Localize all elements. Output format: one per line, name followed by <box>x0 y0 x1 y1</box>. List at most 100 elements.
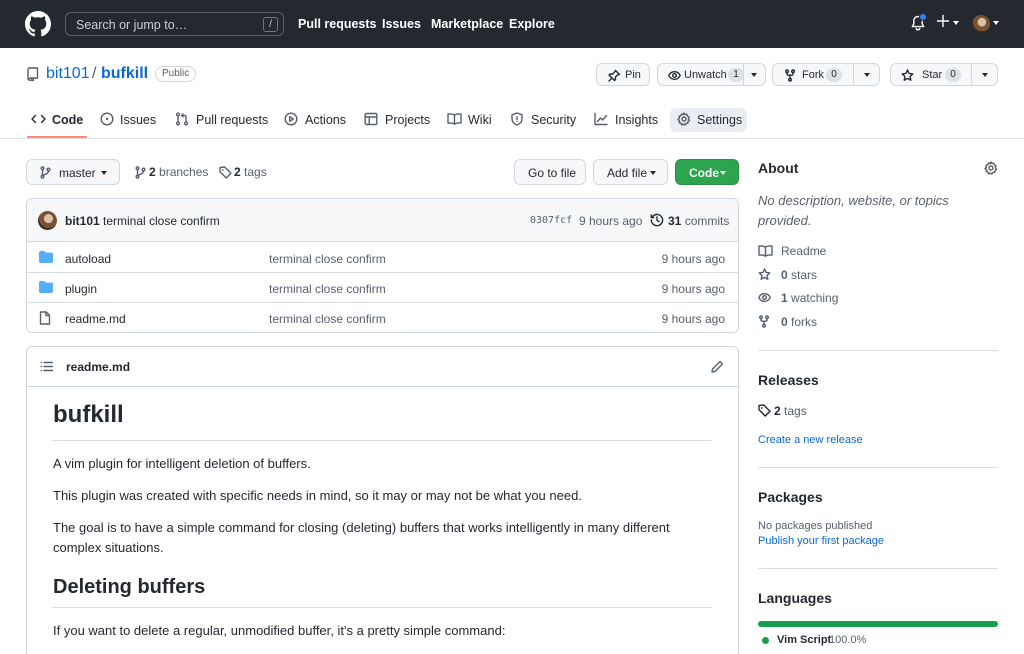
star-button[interactable]: Star 0 <box>890 63 998 86</box>
file-row[interactable]: readme.md terminal close confirm 9 hours… <box>27 303 738 332</box>
commit-author[interactable]: bit101 <box>65 214 100 228</box>
fork-dropdown[interactable] <box>853 64 870 85</box>
commits-link[interactable]: 31 commits <box>668 214 729 228</box>
fork-button[interactable]: Fork 0 <box>772 63 880 86</box>
tab-pull-requests[interactable]: Pull requests <box>175 108 269 132</box>
readme-filename[interactable]: readme.md <box>66 360 130 374</box>
file-commit-message[interactable]: terminal close confirm <box>269 282 386 296</box>
tab-settings[interactable]: Settings <box>677 108 743 132</box>
pin-icon <box>608 69 621 82</box>
publish-package-link[interactable]: Publish your first package <box>758 535 884 547</box>
file-commit-message[interactable]: terminal close confirm <box>269 312 386 326</box>
branch-selector-button[interactable]: master <box>26 159 120 185</box>
add-file-button[interactable]: Add file <box>593 159 668 185</box>
create-new-plus-icon[interactable] <box>936 14 950 28</box>
releases-heading[interactable]: Releases <box>758 372 819 388</box>
tags-label: tags <box>244 165 267 179</box>
unwatch-button[interactable]: Unwatch 1 <box>657 63 766 86</box>
tab-settings-label: Settings <box>697 113 743 127</box>
user-menu-chevron-down-icon[interactable] <box>993 21 999 25</box>
languages-heading: Languages <box>758 590 832 606</box>
file-name-link[interactable]: autoload <box>65 252 111 266</box>
readme-paragraph: If you want to delete a regular, unmodif… <box>53 623 506 638</box>
user-avatar[interactable] <box>972 15 990 33</box>
pin-button[interactable]: Pin <box>596 63 650 86</box>
readme-link-label: Readme <box>781 244 827 258</box>
tab-insights-label: Insights <box>615 113 659 127</box>
go-to-file-button[interactable]: Go to file <box>514 159 586 185</box>
file-row[interactable]: autoload terminal close confirm 9 hours … <box>27 243 738 273</box>
readme-link[interactable]: Readme <box>758 244 838 258</box>
github-logo-icon[interactable] <box>25 11 51 37</box>
stars-count: 0 <box>781 268 788 282</box>
fork-label: Fork <box>802 69 824 81</box>
stars-label: stars <box>791 268 818 282</box>
tab-pull-requests-label: Pull requests <box>196 113 269 127</box>
nav-pull-requests[interactable]: Pull requests <box>298 17 377 31</box>
branch-icon <box>135 166 146 179</box>
unwatch-chevron-down-icon <box>751 73 757 77</box>
star-icon <box>901 69 914 82</box>
tab-security[interactable]: Security <box>510 108 576 132</box>
repo-name-link[interactable]: bufkill <box>101 65 148 83</box>
tab-projects-label: Projects <box>385 113 431 127</box>
branch-chevron-down-icon <box>101 171 107 175</box>
forks-link[interactable]: 0 forks <box>758 315 838 329</box>
code-button[interactable]: Code <box>675 159 739 185</box>
code-button-label: Code <box>689 166 719 180</box>
tab-insights[interactable]: Insights <box>594 108 658 132</box>
gear-icon <box>677 112 691 126</box>
history-icon[interactable] <box>650 213 664 227</box>
language-bar <box>758 621 998 627</box>
add-file-chevron-down-icon <box>650 171 656 175</box>
tab-actions[interactable]: Actions <box>284 108 346 132</box>
play-icon <box>284 112 298 126</box>
commit-author-avatar[interactable] <box>38 211 57 230</box>
file-name-link[interactable]: readme.md <box>65 312 126 326</box>
repo-owner-link[interactable]: bit101 <box>46 65 90 83</box>
about-settings-gear-icon[interactable] <box>984 161 998 175</box>
release-tags-count: 2 <box>774 404 781 418</box>
nav-marketplace[interactable]: Marketplace <box>431 17 503 31</box>
nav-issues[interactable]: Issues <box>382 17 421 31</box>
packages-heading[interactable]: Packages <box>758 489 823 505</box>
release-tags-link[interactable]: 2 tags <box>758 404 818 418</box>
search-input[interactable]: Search or jump to… / <box>65 12 284 36</box>
create-release-link[interactable]: Create a new release <box>758 434 863 446</box>
file-commit-message[interactable]: terminal close confirm <box>269 252 386 266</box>
subheading-divider <box>53 607 712 608</box>
about-heading: About <box>758 160 799 176</box>
list-icon[interactable] <box>40 361 53 372</box>
tab-code[interactable]: Code <box>31 108 87 132</box>
branch-icon <box>40 166 51 179</box>
pencil-icon[interactable] <box>711 360 724 373</box>
eye-icon <box>668 69 681 82</box>
watching-count: 1 <box>781 291 788 305</box>
readme-heading: bufkill <box>53 401 124 428</box>
book-icon <box>447 112 462 126</box>
code-icon <box>31 112 46 126</box>
create-menu-chevron-down-icon[interactable] <box>953 21 959 25</box>
language-name[interactable]: Vim Script <box>777 634 831 646</box>
add-file-label: Add file <box>607 166 648 180</box>
unwatch-dropdown[interactable] <box>743 64 757 85</box>
file-name-link[interactable]: plugin <box>65 282 97 296</box>
tab-actions-label: Actions <box>305 113 346 127</box>
file-commit-time: 9 hours ago <box>661 312 725 326</box>
branch-name: master <box>59 166 96 180</box>
file-commit-time: 9 hours ago <box>661 282 725 296</box>
tab-issues[interactable]: Issues <box>100 108 156 132</box>
file-row[interactable]: plugin terminal close confirm 9 hours ag… <box>27 273 738 303</box>
commit-message[interactable]: terminal close confirm <box>103 214 220 228</box>
watching-link[interactable]: 1 watching <box>758 291 848 305</box>
fork-chevron-down-icon <box>864 73 870 77</box>
commit-sha[interactable]: 0307fcf <box>530 215 572 226</box>
stars-link[interactable]: 0 stars <box>758 268 838 282</box>
sidebar-divider <box>758 568 998 569</box>
tab-wiki[interactable]: Wiki <box>447 108 493 132</box>
tab-projects[interactable]: Projects <box>364 108 430 132</box>
star-dropdown[interactable] <box>971 64 988 85</box>
nav-explore[interactable]: Explore <box>509 17 555 31</box>
issue-icon <box>100 112 114 126</box>
folder-icon <box>39 251 53 263</box>
